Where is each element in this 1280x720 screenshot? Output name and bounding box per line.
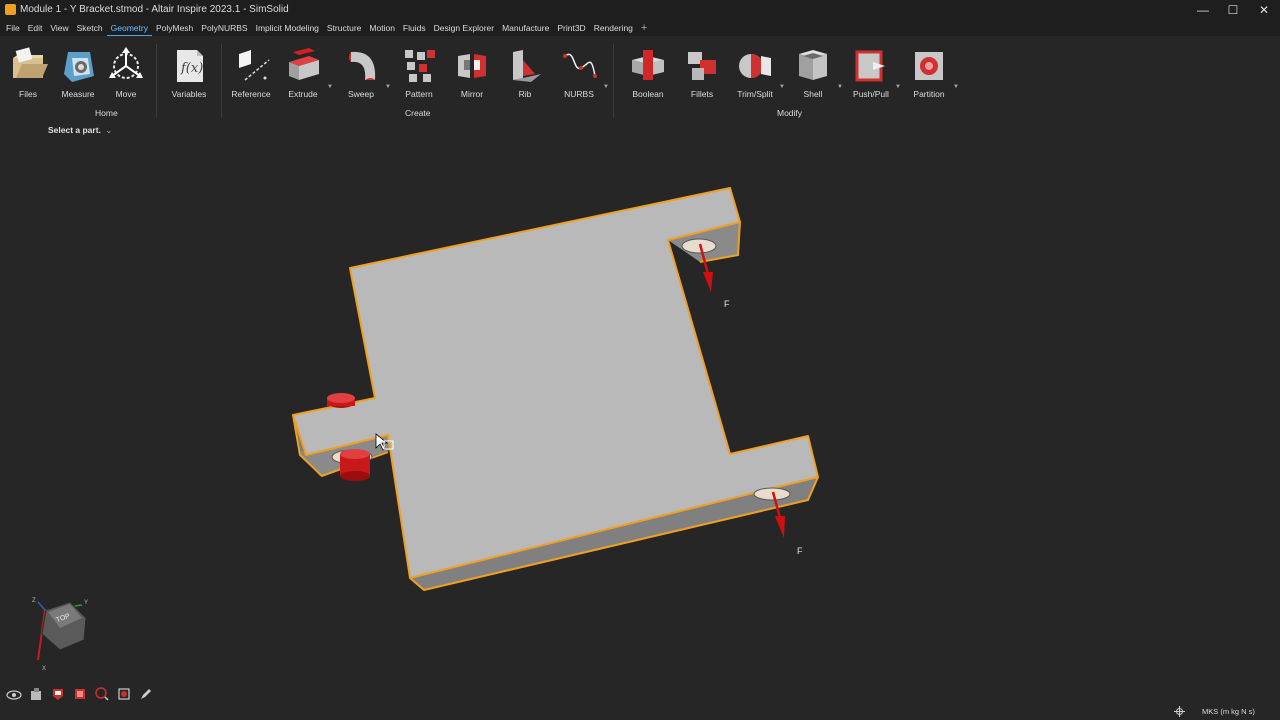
menu-rendering[interactable]: Rendering bbox=[590, 20, 637, 36]
menu-geometry[interactable]: Geometry bbox=[106, 20, 152, 36]
ribbon: Files Measure Move Home f(x) Variables R… bbox=[0, 36, 1280, 120]
ribbon-separator bbox=[221, 44, 222, 118]
model-canvas[interactable] bbox=[0, 140, 1280, 700]
visibility-icon[interactable] bbox=[6, 686, 22, 702]
partition-icon bbox=[915, 52, 943, 80]
menu-view[interactable]: View bbox=[46, 20, 72, 36]
close-button[interactable]: ✕ bbox=[1249, 2, 1279, 18]
menu-manufacture[interactable]: Manufacture bbox=[498, 20, 553, 36]
title-bar: Module 1 - Y Bracket.stmod - Altair Insp… bbox=[0, 0, 1280, 20]
support-pin-top[interactable] bbox=[327, 393, 355, 408]
unit-system-selector[interactable]: MKS (m kg N s) bbox=[1202, 707, 1255, 716]
menu-fluids[interactable]: Fluids bbox=[399, 20, 430, 36]
guide-text: Select a part. bbox=[48, 125, 101, 135]
force-label-2: F bbox=[797, 546, 803, 556]
svg-text:f(x): f(x) bbox=[180, 61, 203, 76]
ribbon-separator bbox=[156, 44, 157, 118]
guide-bar[interactable]: Select a part. ⌄ bbox=[48, 125, 112, 136]
app-icon bbox=[5, 4, 16, 15]
sweep-icon bbox=[349, 51, 376, 80]
menu-edit[interactable]: Edit bbox=[24, 20, 47, 36]
trim-split-icon bbox=[739, 54, 771, 78]
move-icon bbox=[109, 47, 143, 79]
view-cube[interactable] bbox=[37, 601, 87, 661]
menu-implicit-modeling[interactable]: Implicit Modeling bbox=[252, 20, 323, 36]
section-icon[interactable] bbox=[50, 686, 66, 702]
shell-icon bbox=[799, 50, 827, 80]
menu-design-explorer[interactable]: Design Explorer bbox=[430, 20, 498, 36]
pen-icon[interactable] bbox=[138, 686, 154, 702]
rib-icon bbox=[513, 50, 541, 82]
menu-bar: File Edit View Sketch Geometry PolyMesh … bbox=[0, 20, 1280, 36]
axis-y-label: Y bbox=[84, 600, 89, 606]
boolean-icon bbox=[632, 50, 664, 80]
menu-list: File Edit View Sketch Geometry PolyMesh … bbox=[0, 20, 651, 36]
menu-polynurbs[interactable]: PolyNURBS bbox=[197, 20, 251, 36]
minimize-button[interactable]: — bbox=[1188, 2, 1218, 18]
variables-tool[interactable]: f(x) Variables bbox=[161, 44, 217, 104]
create-group-label: Create bbox=[405, 108, 431, 118]
variables-icon: f(x) bbox=[177, 50, 203, 82]
move-tool[interactable]: Move bbox=[98, 44, 154, 104]
mirror-icon bbox=[458, 54, 486, 78]
force-label-1: F bbox=[724, 299, 730, 309]
window-title: Module 1 - Y Bracket.stmod - Altair Insp… bbox=[20, 4, 289, 15]
bracket-part[interactable] bbox=[292, 187, 819, 592]
partition-label: Partition bbox=[913, 89, 945, 99]
push-pull-icon bbox=[855, 50, 885, 82]
menu-polymesh[interactable]: PolyMesh bbox=[152, 20, 197, 36]
menu-file[interactable]: File bbox=[0, 20, 24, 36]
status-bar: MKS (m kg N s) bbox=[0, 704, 1280, 720]
fillets-icon bbox=[688, 52, 716, 80]
ribbon-separator bbox=[613, 44, 614, 118]
axis-x-label: X bbox=[42, 666, 47, 672]
maximize-button[interactable]: ☐ bbox=[1218, 2, 1248, 18]
measure-view-icon[interactable] bbox=[116, 686, 132, 702]
extrude-icon bbox=[289, 48, 319, 80]
menu-sketch[interactable]: Sketch bbox=[73, 20, 107, 36]
partition-dropdown-icon[interactable]: ▼ bbox=[953, 84, 959, 90]
menu-structure[interactable]: Structure bbox=[323, 20, 366, 36]
guide-chevron-icon[interactable]: ⌄ bbox=[105, 125, 112, 135]
units-settings-icon[interactable] bbox=[1174, 706, 1185, 717]
nurbs-label: NURBS bbox=[564, 89, 594, 99]
measure-icon bbox=[64, 52, 94, 82]
view-toolbar bbox=[6, 686, 154, 704]
axis-z-label: Z bbox=[32, 598, 36, 604]
support-pin-bottom[interactable] bbox=[340, 449, 370, 481]
home-group-label: Home bbox=[95, 108, 118, 118]
nurbs-dropdown-icon[interactable]: ▼ bbox=[603, 84, 609, 90]
nurbs-tool[interactable]: NURBS ▼ bbox=[551, 44, 609, 104]
partition-tool[interactable]: Partition ▼ bbox=[901, 44, 959, 104]
model-view-icon[interactable] bbox=[28, 686, 44, 702]
hole-bottom-right[interactable] bbox=[753, 487, 791, 501]
nurbs-curve-icon bbox=[563, 53, 597, 78]
hole-top-right[interactable] bbox=[681, 238, 717, 254]
model-viewport[interactable]: F F TOP Z Y X bbox=[0, 140, 1280, 700]
menu-motion[interactable]: Motion bbox=[365, 20, 399, 36]
folder-icon bbox=[13, 47, 48, 78]
pattern-icon bbox=[405, 50, 435, 82]
menu-print3d[interactable]: Print3D bbox=[553, 20, 589, 36]
zoom-icon[interactable] bbox=[94, 686, 110, 702]
add-tab-button[interactable]: + bbox=[637, 20, 651, 36]
box-select-icon[interactable] bbox=[72, 686, 88, 702]
modify-group-label: Modify bbox=[777, 108, 803, 118]
reference-icon bbox=[239, 50, 270, 81]
